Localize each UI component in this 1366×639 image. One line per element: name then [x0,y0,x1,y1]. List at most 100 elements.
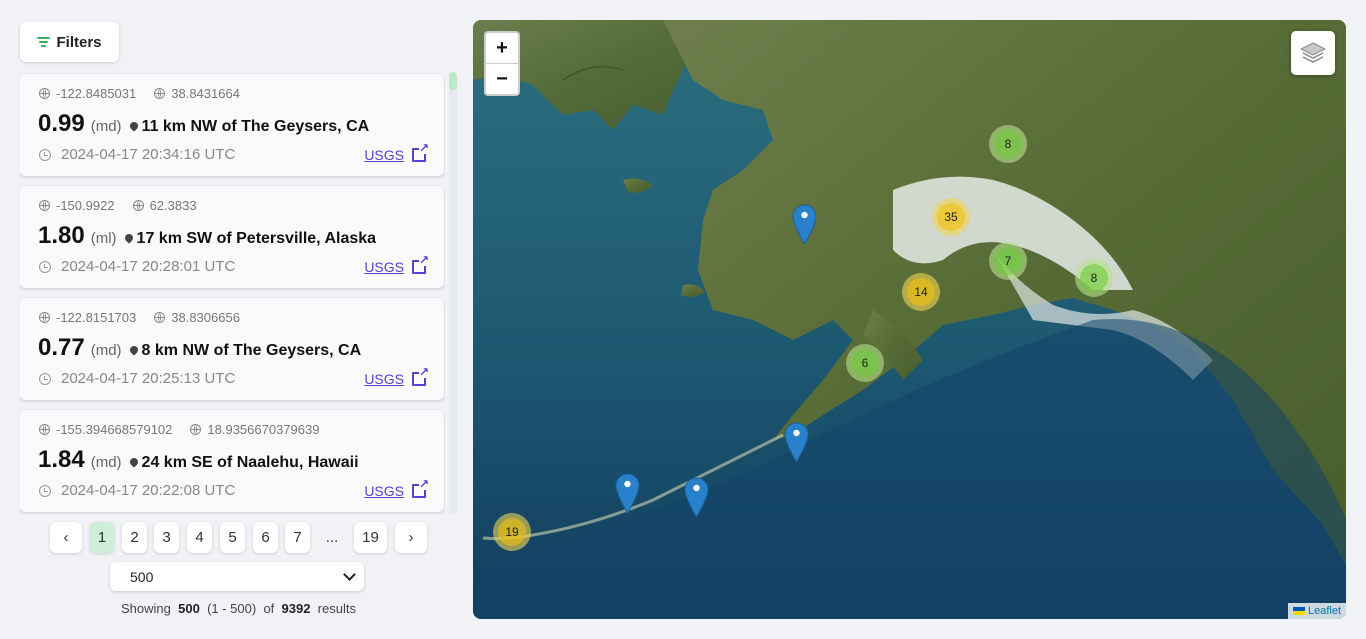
cluster-marker[interactable]: 6 [846,344,884,382]
event-place: 8 km NW of The Geysers, CA [141,342,362,359]
cluster-marker[interactable]: 19 [493,513,531,551]
event-magnitude: 1.80 [38,222,85,249]
clock-icon [39,148,51,161]
page-button-6[interactable]: 6 [253,522,278,553]
event-time: 2024-04-17 20:22:08 UTC [61,482,236,499]
cluster-count: 7 [994,247,1022,275]
page-button-19[interactable]: 19 [354,522,387,553]
event-card[interactable]: -150.9922 62.3833 1.80 (ml) 17 km SW of … [20,186,444,288]
event-latitude: 18.9356670379639 [207,422,320,437]
zoom-out-button[interactable]: − [486,64,518,94]
clock-icon [39,260,51,273]
cluster-marker[interactable]: 7 [989,242,1027,280]
longitude-icon [39,424,50,435]
usgs-link[interactable]: USGS [364,483,404,499]
cluster-count: 6 [851,349,879,377]
map-pin-marker[interactable] [784,422,809,463]
page-button-4[interactable]: 4 [187,522,212,553]
longitude-icon [39,312,50,323]
page-button-3[interactable]: 3 [154,522,179,553]
cluster-count: 8 [994,130,1022,158]
event-magnitude: 0.77 [38,334,85,361]
usgs-link[interactable]: USGS [364,259,404,275]
event-magnitude-type: (ml) [90,230,117,247]
event-longitude: -122.8485031 [56,86,137,101]
event-place: 24 km SE of Naalehu, Hawaii [141,454,359,471]
summary-of: of [263,601,275,616]
usgs-link[interactable]: USGS [364,371,404,387]
event-longitude: -122.8151703 [56,310,137,325]
event-latitude: 38.8306656 [171,310,240,325]
event-time: 2024-04-17 20:28:01 UTC [61,258,236,275]
external-link-icon[interactable] [412,142,429,162]
cluster-count: 35 [937,203,965,231]
location-pin-icon [127,120,140,132]
clock-icon [39,372,51,385]
event-longitude: -150.9922 [56,198,115,213]
map-pin-marker[interactable] [684,477,709,518]
summary-results: results [317,601,356,616]
page-ellipsis: ... [325,529,339,546]
event-place: 11 km NW of The Geysers, CA [141,118,370,135]
external-link-icon[interactable] [412,366,429,386]
summary-showing: Showing [121,601,171,616]
next-page-button[interactable]: › [395,522,427,553]
cluster-marker[interactable]: 8 [989,125,1027,163]
event-magnitude: 1.84 [38,446,85,473]
cluster-marker[interactable]: 8 [1075,259,1113,297]
event-time: 2024-04-17 20:34:16 UTC [61,146,236,163]
event-card[interactable]: -122.8485031 38.8431664 0.99 (md) 11 km … [20,74,444,176]
event-coordinates: -150.9922 62.3833 [39,198,197,213]
map-pin-marker[interactable] [615,473,640,514]
summary-total: 9392 [281,601,311,616]
event-coordinates: -155.394668579102 18.9356670379639 [39,422,319,437]
latitude-icon [132,200,144,211]
satellite-basemap [473,20,1346,619]
event-magnitude: 0.99 [38,110,85,137]
leaflet-link[interactable]: Leaflet [1308,605,1341,617]
filters-label: Filters [56,33,102,51]
list-scrollbar[interactable] [449,72,457,514]
page-size-select[interactable]: 500 [110,562,364,591]
event-latitude: 62.3833 [149,198,197,213]
page-button-7[interactable]: 7 [285,522,310,553]
layers-icon [1299,42,1327,63]
chevron-down-icon [343,568,356,581]
zoom-in-button[interactable]: + [486,33,518,64]
summary-range: (1 - 500) [207,601,257,616]
page-button-1[interactable]: 1 [90,522,114,553]
earthquake-list[interactable]: -122.8485031 38.8431664 0.99 (md) 11 km … [20,72,445,514]
map-pin-marker[interactable] [792,204,817,245]
event-card[interactable]: -155.394668579102 18.9356670379639 1.84 … [20,410,444,512]
filter-icon [37,37,51,47]
longitude-icon [39,88,50,99]
location-pin-icon [127,456,140,468]
cluster-count: 19 [498,518,526,546]
event-card[interactable]: -122.8151703 38.8306656 0.77 (md) 8 km N… [20,298,444,400]
latitude-icon [154,312,166,323]
list-scrollbar-thumb[interactable] [449,72,457,90]
event-magnitude-type: (md) [90,454,122,471]
prev-page-button[interactable]: ‹ [50,522,82,553]
zoom-control: + − [484,31,520,96]
latitude-icon [154,88,166,99]
map[interactable]: + − 8 35 7 8 14 6 19 Leaflet [473,20,1346,619]
results-summary: Showing 500 (1 - 500) of 9392 results [0,601,477,616]
clock-icon [39,484,51,497]
longitude-icon [39,200,50,211]
cluster-marker[interactable]: 14 [902,273,940,311]
page-button-2[interactable]: 2 [122,522,147,553]
latitude-icon [190,424,202,435]
event-magnitude-type: (md) [90,118,122,135]
filters-button[interactable]: Filters [20,22,119,62]
usgs-link[interactable]: USGS [364,147,404,163]
cluster-count: 14 [907,278,935,306]
event-coordinates: -122.8151703 38.8306656 [39,310,240,325]
page-button-5[interactable]: 5 [220,522,245,553]
summary-count: 500 [178,601,200,616]
external-link-icon[interactable] [412,478,429,498]
external-link-icon[interactable] [412,254,429,274]
cluster-marker[interactable]: 35 [932,198,970,236]
ukraine-flag-icon [1292,607,1305,615]
layers-button[interactable] [1291,31,1335,75]
